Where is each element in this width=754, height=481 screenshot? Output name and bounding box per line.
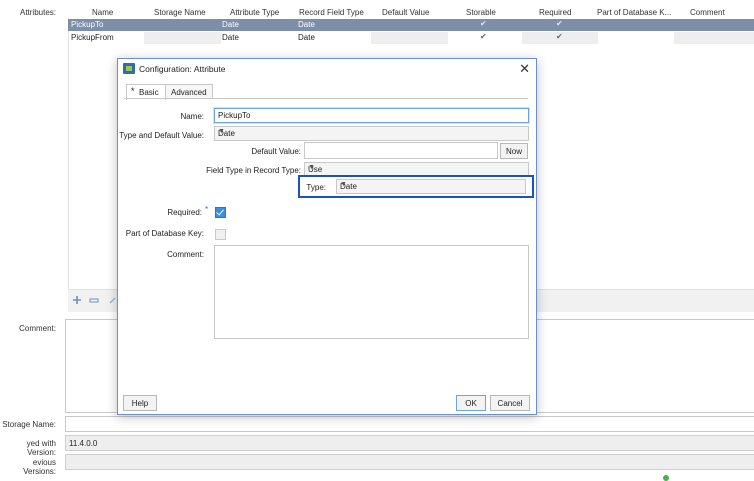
app-icon xyxy=(123,63,135,74)
tab-advanced[interactable]: Advanced xyxy=(165,84,213,99)
comment-label: Comment: xyxy=(167,250,204,259)
close-icon[interactable]: ✕ xyxy=(519,61,530,77)
col-default-value[interactable]: Default Value xyxy=(382,8,429,17)
cancel-button[interactable]: Cancel xyxy=(490,395,530,411)
col-comment[interactable]: Comment xyxy=(690,8,725,17)
cell-name: PickupTo xyxy=(71,20,104,29)
required-check-icon: ✔ xyxy=(556,19,563,28)
required-checkbox[interactable] xyxy=(215,207,226,218)
tab-basic-label: Basic xyxy=(139,88,159,97)
ok-button-label: OK xyxy=(465,399,477,408)
type-default-select[interactable]: Date ▼ xyxy=(214,126,529,141)
default-value-label: Default Value: xyxy=(251,147,301,156)
dialog-titlebar[interactable]: Configuration: Attribute ✕ xyxy=(118,59,536,79)
comment-textarea[interactable] xyxy=(214,245,529,339)
table-row[interactable]: PickupTo Date Date ✔ ✔ xyxy=(68,19,754,31)
dialog-title: Configuration: Attribute xyxy=(139,64,226,74)
required-star: * xyxy=(205,205,209,214)
cell-bg xyxy=(674,32,754,44)
required-label: Required: xyxy=(167,208,202,217)
saved-with-version-field: 11.4.0.0 xyxy=(65,435,754,451)
attributes-label: Attributes: xyxy=(19,8,56,17)
comment-label: Comment: xyxy=(19,324,56,333)
storage-name-label: Storage Name: xyxy=(2,420,56,429)
previous-versions-label: evious Versions: xyxy=(23,458,56,476)
cell-record-field-type: Date xyxy=(298,20,315,29)
chevron-down-icon: ▼ xyxy=(308,164,315,171)
chevron-down-icon: ▼ xyxy=(218,128,225,135)
cell-record-field-type: Date xyxy=(298,33,315,42)
col-name[interactable]: Name xyxy=(92,8,113,17)
status-dot-icon xyxy=(663,475,669,481)
cell-attribute-type: Date xyxy=(222,20,239,29)
cell-bg xyxy=(371,32,448,44)
cell-name: PickupFrom xyxy=(71,33,114,42)
tab-basic-star: * xyxy=(131,86,135,96)
type-select[interactable]: Date ▼ xyxy=(336,179,526,194)
name-input[interactable]: PickupTo xyxy=(214,108,529,123)
col-required[interactable]: Required xyxy=(539,8,571,17)
storage-name-input[interactable] xyxy=(65,416,754,432)
now-button[interactable]: Now xyxy=(500,143,528,159)
help-button[interactable]: Help xyxy=(123,395,157,411)
tab-advanced-label: Advanced xyxy=(171,88,207,97)
tab-divider xyxy=(124,98,528,99)
ok-button[interactable]: OK xyxy=(456,395,486,411)
name-label: Name: xyxy=(180,112,204,121)
storable-check-icon: ✔ xyxy=(480,32,487,41)
add-icon[interactable] xyxy=(72,295,84,307)
table-header: Name Storage Name Attribute Type Record … xyxy=(68,8,754,18)
storable-check-icon: ✔ xyxy=(480,19,487,28)
now-button-label: Now xyxy=(505,147,522,156)
chevron-down-icon: ▼ xyxy=(340,181,347,188)
saved-with-version-label: yed with Version: xyxy=(26,439,56,457)
db-key-checkbox[interactable] xyxy=(215,229,226,240)
saved-with-version-value: 11.4.0.0 xyxy=(69,439,98,448)
col-storable[interactable]: Storable xyxy=(466,8,496,17)
type-default-label: Type and Default Value: xyxy=(119,131,204,140)
db-key-label: Part of Database Key: xyxy=(125,229,204,238)
col-storage-name[interactable]: Storage Name xyxy=(154,8,206,17)
col-db-key[interactable]: Part of Database K... xyxy=(597,8,671,17)
field-type-label: Field Type in Record Type: xyxy=(206,166,301,175)
help-button-label: Help xyxy=(131,399,149,408)
type-label: Type: xyxy=(306,183,326,192)
col-record-field-type[interactable]: Record Field Type xyxy=(299,8,364,17)
table-row[interactable]: PickupFrom Date Date ✔ ✔ xyxy=(68,32,754,44)
remove-icon[interactable] xyxy=(89,295,101,307)
cancel-button-label: Cancel xyxy=(497,399,523,408)
cell-attribute-type: Date xyxy=(222,33,239,42)
col-attribute-type[interactable]: Attribute Type xyxy=(230,8,279,17)
cell-bg xyxy=(144,32,221,44)
previous-versions-field xyxy=(65,454,754,470)
default-value-input[interactable] xyxy=(304,142,498,159)
name-input-value: PickupTo xyxy=(218,111,251,120)
configuration-attribute-dialog: Configuration: Attribute ✕ * Basic Advan… xyxy=(117,58,537,415)
required-check-icon: ✔ xyxy=(556,32,563,41)
